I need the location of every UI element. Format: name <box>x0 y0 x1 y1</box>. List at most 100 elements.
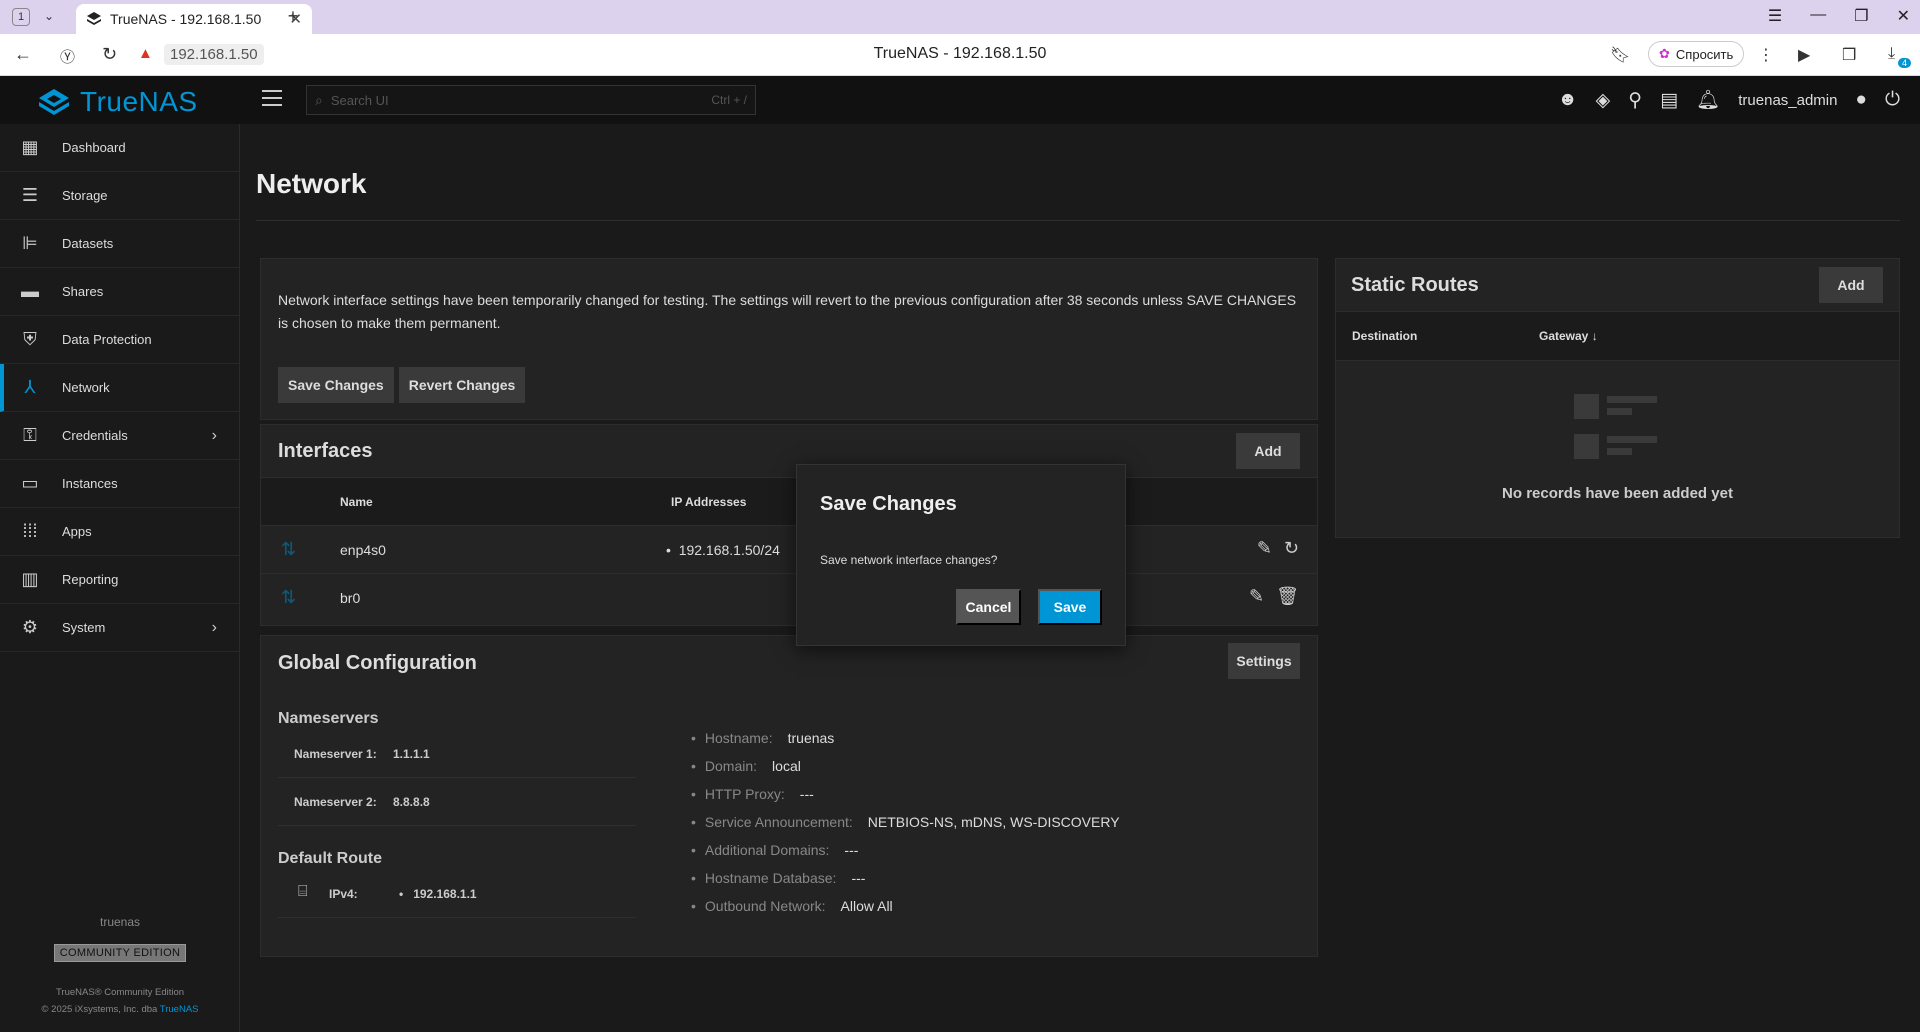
apps-grid-icon: ⁞⁞⁞ <box>22 521 38 541</box>
ask-button[interactable]: ✿ Спросить <box>1648 41 1745 67</box>
sidebar-item-label: Shares <box>62 284 104 299</box>
more-menu-icon[interactable]: ⋮ <box>1758 45 1774 65</box>
cancel-button[interactable]: Cancel <box>956 589 1021 625</box>
nameserver-row: Nameserver 1: 1.1.1.1 <box>278 730 636 778</box>
browser-tab[interactable]: TrueNAS - 192.168.1.50 ✕ <box>76 4 312 34</box>
list-item: Service Announcement:NETBIOS-NS, mDNS, W… <box>691 808 1120 836</box>
empty-state-text: No records have been added yet <box>1502 485 1733 502</box>
default-route-row: ⌸ IPv4: • 192.168.1.1 <box>278 870 636 918</box>
jobs-clipboard-icon[interactable]: ▤ <box>1660 89 1678 112</box>
shares-icon: ▬ <box>21 281 39 301</box>
table-row[interactable]: ⇅ enp4s0 • 192.168.1.50/24 ✎ ↻ <box>261 525 1317 573</box>
empty-list-icon <box>1574 394 1657 459</box>
yandex-icon[interactable]: Ⓨ <box>60 46 75 67</box>
interface-name: br0 <box>340 590 361 606</box>
menu-toggle-icon[interactable] <box>262 90 282 111</box>
restore-icon[interactable]: ❐ <box>1854 6 1868 26</box>
directory-services-icon[interactable]: ⚲ <box>1628 89 1642 112</box>
sidebar-item-storage[interactable]: ☰ Storage <box>0 172 239 220</box>
column-header-destination[interactable]: Destination <box>1352 329 1417 343</box>
ipv4-label: IPv4: <box>329 887 358 901</box>
list-item: Hostname Database:--- <box>691 864 1120 892</box>
settings-button[interactable]: Settings <box>1228 643 1300 679</box>
tab-menu-icon[interactable]: ☰ <box>1768 6 1782 26</box>
hostname-label: truenas <box>99 915 141 929</box>
dashboard-icon: ▦ <box>21 137 39 157</box>
interfaces-table-header: Name IP Addresses <box>261 477 1317 525</box>
insecure-warning-icon[interactable]: ▲ <box>138 45 156 63</box>
chevron-right-icon: › <box>211 618 217 636</box>
extensions-icon[interactable]: ❒ <box>1842 45 1856 65</box>
interface-name: enp4s0 <box>340 542 386 558</box>
sidebar-item-data-protection[interactable]: ⛨ Data Protection <box>0 316 239 364</box>
sidebar-item-shares[interactable]: ▬ Shares <box>0 268 239 316</box>
tab-list-chevron-icon[interactable]: ⌄ <box>44 9 54 23</box>
list-item: Domain:local <box>691 752 1120 780</box>
truenas-logo[interactable]: TrueNAS <box>38 86 198 118</box>
tab-counter[interactable]: 1 <box>12 8 30 26</box>
add-route-button[interactable]: Add <box>1819 267 1883 303</box>
minimize-icon[interactable]: — <box>1810 6 1826 26</box>
media-icon[interactable]: ▶ <box>1798 45 1810 65</box>
gear-icon: ⚙ <box>21 617 39 637</box>
copyright-line-1: TrueNAS® Community Edition <box>55 987 185 998</box>
interface-ip: • 192.168.1.50/24 <box>666 542 780 558</box>
sidebar-item-reporting[interactable]: ▥ Reporting <box>0 556 239 604</box>
close-window-icon[interactable]: ✕ <box>1897 6 1910 26</box>
column-header-name[interactable]: Name <box>340 495 373 509</box>
storage-icon: ☰ <box>21 185 39 205</box>
account-circle-icon[interactable]: ● <box>1855 89 1866 111</box>
sidebar-item-network[interactable]: ⅄ Network <box>0 364 239 412</box>
new-tab-icon[interactable]: + <box>282 6 304 28</box>
window-controls: ☰ — ❐ ✕ <box>1768 6 1910 26</box>
sidebar-item-instances[interactable]: ▭ Instances <box>0 460 239 508</box>
sidebar-item-label: Apps <box>62 524 92 539</box>
edit-pencil-icon[interactable]: ✎ <box>1257 538 1272 559</box>
sidebar-item-apps[interactable]: ⁞⁞⁞ Apps <box>0 508 239 556</box>
username[interactable]: truenas_admin <box>1738 92 1837 109</box>
dialog-message: Save network interface changes? <box>820 553 998 567</box>
nameserver-label: Nameserver 1: <box>294 747 377 761</box>
key-icon: ⚿ <box>23 425 37 445</box>
list-item: Additional Domains:--- <box>691 836 1120 864</box>
table-row[interactable]: ⇅ br0 ✎ 🗑︎ <box>261 573 1317 621</box>
add-interface-button[interactable]: Add <box>1236 433 1300 469</box>
traffic-arrows-icon: ⇅ <box>281 587 297 607</box>
routes-table-header: Destination Gateway ↓ <box>1336 311 1899 361</box>
notice-actions: Save Changes Revert Changes <box>278 367 526 403</box>
global-details-list: Hostname:truenas Domain:local HTTP Proxy… <box>691 724 1120 920</box>
truecommand-icon[interactable]: ◈ <box>1596 89 1611 112</box>
downloads-icon[interactable]: ⤓ <box>1888 45 1895 63</box>
reset-icon[interactable]: ↻ <box>1284 538 1299 559</box>
reload-icon[interactable]: ↻ <box>102 44 117 65</box>
power-icon[interactable]: ⏻ <box>1885 89 1900 111</box>
sidebar-item-label: System <box>62 620 106 635</box>
back-arrow-icon[interactable]: ← <box>14 44 32 65</box>
save-button[interactable]: Save <box>1038 589 1102 625</box>
search-input[interactable]: ⌕ Search UI Ctrl + / <box>306 85 756 115</box>
edit-pencil-icon[interactable]: ✎ <box>1249 586 1264 607</box>
column-header-ip[interactable]: IP Addresses <box>671 495 746 509</box>
ask-icon: ✿ <box>1659 46 1670 61</box>
sidebar-item-datasets[interactable]: ⊫ Datasets <box>0 220 239 268</box>
sidebar-item-dashboard[interactable]: ▦ Dashboard <box>0 124 239 172</box>
sidebar-item-credentials[interactable]: ⚿ Credentials › <box>0 412 239 460</box>
browser-tab-bar: 1 ⌄ TrueNAS - 192.168.1.50 ✕ + ☰ — ❐ ✕ <box>0 0 1920 34</box>
save-changes-button[interactable]: Save Changes <box>278 367 394 403</box>
static-routes-card: Static Routes Add Destination Gateway ↓ … <box>1335 258 1900 538</box>
truenas-link[interactable]: TrueNAS <box>160 1004 199 1015</box>
sidebar-item-label: Instances <box>62 476 118 491</box>
dialog-title: Save Changes <box>820 493 957 515</box>
row-actions: ✎ ↻ <box>1257 538 1299 559</box>
column-header-gateway[interactable]: Gateway ↓ <box>1539 329 1598 343</box>
sidebar-item-system[interactable]: ⚙ System › <box>0 604 239 652</box>
feedback-smiley-icon[interactable]: ☻ <box>1558 89 1578 111</box>
search-icon: ⌕ <box>315 91 323 108</box>
url-field[interactable]: ▲ 192.168.1.50 <box>138 42 264 66</box>
bookmark-icon[interactable]: 🔖︎ <box>1610 45 1630 65</box>
edition-badge: COMMUNITY EDITION <box>53 944 187 962</box>
revert-changes-button[interactable]: Revert Changes <box>398 367 526 403</box>
notifications-bell-icon[interactable]: 🔔︎ <box>1696 88 1720 112</box>
nameserver-value: 8.8.8.8 <box>393 795 430 809</box>
delete-trash-icon[interactable]: 🗑︎ <box>1276 586 1299 607</box>
